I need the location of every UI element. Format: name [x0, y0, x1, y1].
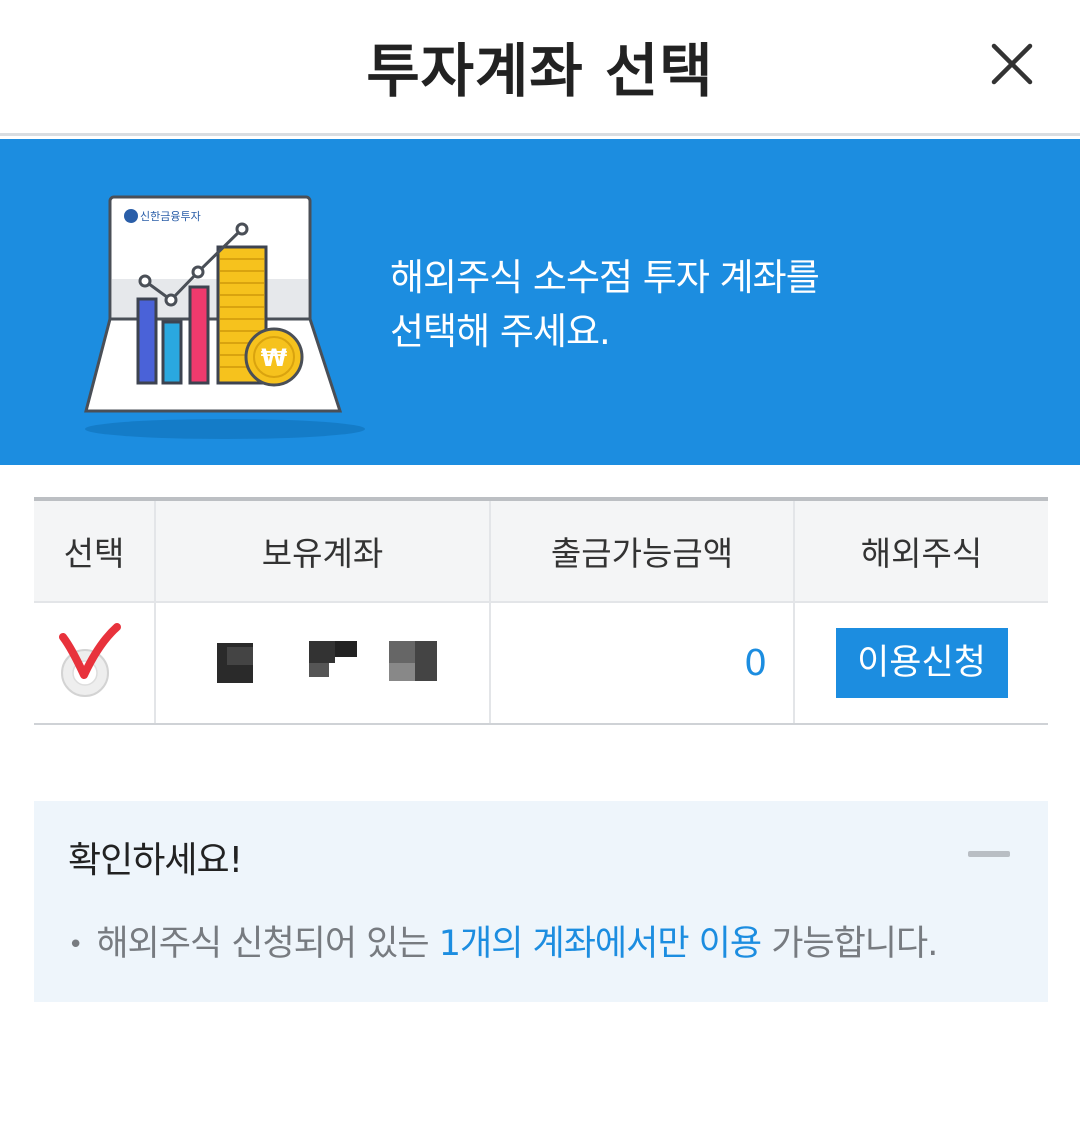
- notice-text-after: 가능합니다.: [761, 924, 938, 964]
- apply-button[interactable]: 이용신청: [835, 628, 1008, 698]
- bullet-icon: •: [68, 930, 83, 960]
- column-header-account: 보유계좌: [154, 497, 490, 603]
- banner-message-line: 선택해 주세요.: [390, 310, 611, 353]
- info-banner: 신한금융투자 ₩ 해외주식 소수점 투자 계좌를 선택해 주세요.: [0, 139, 1080, 465]
- column-header-withdrawable: 출금가능금액: [489, 497, 794, 603]
- close-icon: [991, 43, 1033, 85]
- notice-title: 확인하세요!: [68, 840, 243, 881]
- account-radio[interactable]: [34, 602, 155, 725]
- investment-chart-illustration: 신한금융투자 ₩: [84, 195, 365, 439]
- account-number-cell: [154, 602, 490, 725]
- overseas-stock-cell: 이용신청: [793, 602, 1048, 725]
- illustration-currency-symbol: ₩: [261, 344, 288, 372]
- notice-text-before: 해외주식 신청되어 있는: [96, 924, 439, 964]
- account-table: 선택 보유계좌 출금가능금액 해외주식 0 이용신청: [34, 497, 1048, 725]
- column-header-overseas-stock: 해외주식: [793, 497, 1048, 603]
- close-button[interactable]: [980, 32, 1044, 96]
- page-title: 투자계좌 선택: [366, 37, 714, 105]
- notice-text: • 해외주식 신청되어 있는 1개의 계좌에서만 이용 가능합니다.: [68, 915, 938, 966]
- banner-message-line: 해외주식 소수점 투자 계좌를: [390, 256, 820, 299]
- withdrawable-amount: 0: [489, 602, 794, 725]
- masked-account-number: [216, 641, 437, 683]
- collapse-icon[interactable]: [968, 851, 1010, 857]
- table-header-row: 선택 보유계좌 출금가능금액 해외주식: [34, 497, 1048, 603]
- notice-box: 확인하세요! • 해외주식 신청되어 있는 1개의 계좌에서만 이용 가능합니다.: [34, 801, 1048, 1002]
- banner-message: 해외주식 소수점 투자 계좌를 선택해 주세요.: [390, 251, 1050, 359]
- illustration-brand-text: 신한금융투자: [140, 210, 201, 223]
- page-header: 투자계좌 선택: [0, 0, 1080, 136]
- column-header-select: 선택: [34, 497, 155, 603]
- notice-text-highlight: 1개의 계좌에서만 이용: [438, 924, 762, 964]
- table-row[interactable]: 0 이용신청: [34, 602, 1048, 725]
- checkmark-icon: [59, 623, 121, 697]
